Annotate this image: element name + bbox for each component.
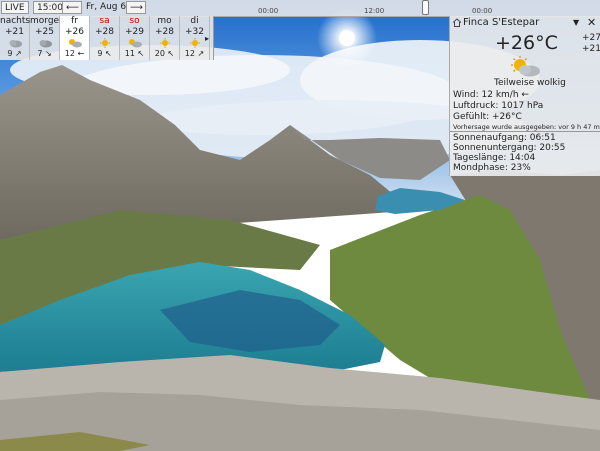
day-temp: +25 bbox=[35, 27, 54, 37]
side-high: +27 bbox=[582, 33, 600, 43]
forecast-issued-note: Vorhersage wurde ausgegeben: vor 9 h 47 … bbox=[453, 123, 600, 131]
prev-day-button[interactable]: ⟵ bbox=[62, 1, 82, 14]
day-name: mo bbox=[157, 16, 172, 26]
sunset-info: Sonnenuntergang: 20:55 bbox=[453, 143, 566, 153]
day-temp: +28 bbox=[155, 27, 174, 37]
forecast-day[interactable]: fr +26 12 ← bbox=[60, 16, 90, 60]
day-name: morgen bbox=[30, 16, 65, 26]
forecast-strip: nachts +21 9 ↗ morgen +25 7 ↘ fr +26 12 … bbox=[0, 16, 214, 60]
forecast-day[interactable]: sa +28 9 ↖ bbox=[90, 16, 120, 60]
forecast-more-icon[interactable]: ▸ bbox=[205, 34, 209, 43]
top-toolbar: LIVE 15:00 ⟵ Fr, Aug 6 ⟶ 00:00 12:00 00:… bbox=[0, 0, 600, 17]
home-icon[interactable] bbox=[452, 18, 462, 30]
day-wind: 20 bbox=[154, 49, 165, 58]
day-wind: 7 bbox=[37, 49, 43, 58]
sunrise-info: Sonnenaufgang: 06:51 bbox=[453, 133, 556, 143]
timeline-handle[interactable] bbox=[422, 0, 429, 15]
next-day-button[interactable]: ⟶ bbox=[126, 1, 146, 14]
felt-temp-info: Gefühlt: +26°C bbox=[453, 112, 522, 122]
day-wind: 11 bbox=[124, 49, 135, 58]
day-temp: +21 bbox=[5, 27, 24, 37]
partly-cloudy-icon bbox=[60, 38, 89, 48]
wind-arrow-icon: ↖ bbox=[167, 49, 175, 58]
day-name: sa bbox=[99, 16, 110, 26]
partly-cloudy-icon bbox=[120, 38, 149, 48]
day-temp: +29 bbox=[125, 27, 144, 37]
wind-arrow-icon: ↗ bbox=[197, 49, 205, 58]
day-name: di bbox=[190, 16, 199, 26]
daylength-info: Tageslänge: 14:04 bbox=[453, 153, 536, 163]
day-name: fr bbox=[71, 16, 78, 26]
moonphase-info: Mondphase: 23% bbox=[453, 163, 531, 173]
date-label: Fr, Aug 6 bbox=[86, 2, 127, 12]
day-wind: 9 bbox=[97, 49, 103, 58]
day-temp: +26 bbox=[65, 27, 84, 37]
forecast-day[interactable]: so +29 11 ↖ bbox=[120, 16, 150, 60]
wind-arrow-icon: ↖ bbox=[104, 49, 112, 58]
day-name: so bbox=[129, 16, 140, 26]
forecast-day[interactable]: nachts +21 9 ↗ bbox=[0, 16, 30, 60]
forecast-day[interactable]: mo +28 20 ↖ bbox=[150, 16, 180, 60]
wind-arrow-icon: ← bbox=[77, 49, 85, 58]
panel-divider bbox=[450, 131, 600, 132]
live-button[interactable]: LIVE bbox=[1, 1, 29, 14]
day-name: nachts bbox=[0, 16, 31, 26]
timeline-tick: 00:00 bbox=[472, 7, 493, 15]
forecast-day[interactable]: morgen +25 7 ↘ bbox=[30, 16, 65, 60]
location-name[interactable]: Finca S'Estepar bbox=[463, 17, 539, 28]
cloud-icon bbox=[30, 38, 59, 48]
pressure-info: Luftdruck: 1017 hPa bbox=[453, 101, 544, 111]
wind-arrow-icon: ↖ bbox=[137, 49, 145, 58]
close-icon[interactable]: ✕ bbox=[587, 16, 596, 29]
location-dropdown-icon[interactable]: ▼ bbox=[573, 18, 579, 27]
timeline-slider[interactable]: 00:00 12:00 00:00 bbox=[152, 3, 600, 15]
timeline-tick: 00:00 bbox=[258, 7, 279, 15]
cloud-icon bbox=[0, 38, 29, 48]
wind-info: Wind: 12 km/h ← bbox=[453, 90, 529, 100]
day-temp: +28 bbox=[95, 27, 114, 37]
current-weather-panel: Finca S'Estepar ▼ ✕ +26°C +27 +21 Teilwe… bbox=[449, 16, 600, 176]
day-wind: 9 bbox=[7, 49, 13, 58]
wind-arrow-icon: ↘ bbox=[44, 49, 52, 58]
sun-icon bbox=[90, 38, 119, 48]
day-wind: 12 bbox=[64, 49, 75, 58]
sun-icon bbox=[150, 38, 179, 48]
wind-arrow-icon: ↗ bbox=[14, 49, 22, 58]
current-temp: +26°C bbox=[495, 32, 558, 54]
condition-text: Teilweise wolkig bbox=[494, 78, 566, 88]
timeline-tick: 12:00 bbox=[364, 7, 385, 15]
side-low: +21 bbox=[582, 44, 600, 54]
day-wind: 12 bbox=[184, 49, 195, 58]
